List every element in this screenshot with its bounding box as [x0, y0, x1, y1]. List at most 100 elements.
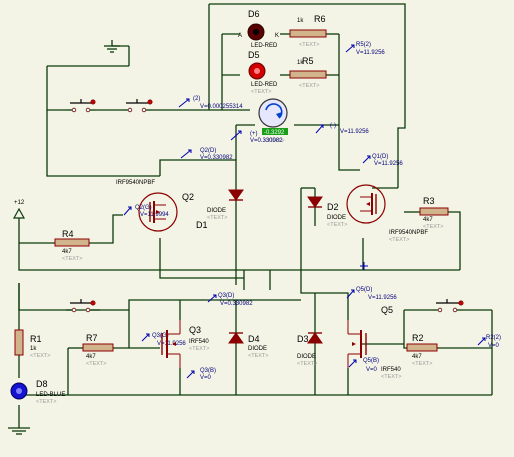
resistor-r5[interactable]: R5 1k <TEXT>: [289, 56, 327, 89]
probe-r5-2-value: V=11.9256: [356, 50, 385, 56]
probe-r5-2[interactable]: R5(2) V=11.9256: [345, 42, 385, 56]
led-d8[interactable]: D8 LED-BLUE <TEXT>: [10, 379, 65, 405]
r7-value: 4k7: [86, 354, 96, 360]
led-d5[interactable]: D5 LED-RED <TEXT>: [248, 50, 278, 95]
r4-text: <TEXT>: [62, 256, 82, 262]
r2-text: <TEXT>: [412, 361, 432, 367]
r3-text: <TEXT>: [423, 224, 443, 230]
power-label: +12: [14, 200, 25, 206]
d6-pin-k: K: [275, 33, 279, 39]
d3-text: <TEXT>: [297, 361, 317, 367]
q5-text: <TEXT>: [381, 374, 401, 380]
schematic-canvas[interactable]: D6 A K LED-RED D5 LED-RED <TEXT> R6 1k <…: [0, 0, 514, 457]
power-terminal[interactable]: +12: [12, 200, 26, 228]
d6-ref: D6: [248, 9, 260, 19]
resistor-r7[interactable]: R7 4k7 <TEXT>: [82, 333, 114, 367]
d5-ref: D5: [248, 50, 260, 60]
switch-right-bottom[interactable]: [432, 299, 464, 313]
r3-body: [419, 207, 449, 216]
probe-q1d-value: V=11.9256: [374, 161, 403, 167]
q1-type: IRF9540NPBF: [389, 230, 428, 236]
r2-ref: R2: [412, 333, 424, 343]
r2-value: 4k7: [412, 354, 422, 360]
r7-text: <TEXT>: [86, 361, 106, 367]
probe-arrow-icon: [348, 359, 357, 368]
switch-top-1[interactable]: [66, 99, 96, 113]
r6-value: 1k: [297, 18, 304, 24]
d6-pin-a: A: [238, 33, 242, 39]
q5-ref: Q5: [381, 305, 393, 315]
mosfet-q1[interactable]: IRF9540NPBF <TEXT>: [346, 184, 428, 243]
d4-ref: D4: [248, 334, 260, 344]
diode-icon: [228, 189, 244, 201]
probe-q5d-name: Q5(D): [356, 287, 372, 293]
d1-ref: D1: [196, 220, 208, 230]
r1-body: [14, 329, 24, 356]
switch-top-2[interactable]: [122, 99, 153, 113]
r4-body: [54, 238, 90, 247]
resistor-r6[interactable]: R6 1k <TEXT>: [289, 14, 327, 48]
probe-arrow-icon: [362, 155, 371, 164]
switch-button-icon: [90, 99, 96, 105]
led-d5-core: [254, 68, 260, 74]
probe-q2d[interactable]: Q2(D) V=0.330982: [180, 148, 233, 161]
diode-d4[interactable]: D4 DIODE <TEXT>: [228, 320, 268, 368]
d3-ref: D3: [297, 334, 309, 344]
resistor-r3[interactable]: R3 4k7 <TEXT>: [419, 196, 449, 230]
led-d6[interactable]: D6 A K LED-RED: [238, 9, 279, 49]
d5-text: <TEXT>: [251, 89, 271, 95]
r3-ref: R3: [423, 196, 435, 206]
motor-value: -0.3292: [264, 130, 285, 136]
r6-text: <TEXT>: [299, 42, 319, 48]
r6-body: [289, 29, 327, 38]
d8-text: <TEXT>: [36, 399, 56, 405]
probe-plus-value: V=0.330982: [250, 138, 283, 144]
mosfet-q2[interactable]: IRF9540NPBF Q2: [116, 180, 194, 232]
probe-r2-2-name: R2(2): [486, 335, 501, 341]
probe-q3g[interactable]: Q3(G) V=11.9256: [141, 333, 186, 347]
q3-ref: Q3: [189, 325, 201, 335]
d5-type: LED-RED: [251, 82, 278, 88]
probe-q5b-name: Q5(B): [363, 358, 379, 364]
cursor-crosshair-icon: [360, 262, 368, 270]
resistor-r1[interactable]: R1 1k <TEXT>: [14, 329, 50, 359]
switch-button-icon: [90, 300, 96, 306]
r5-value: 1k: [297, 60, 304, 66]
probe-q3b[interactable]: Q3(B) V=0: [186, 368, 216, 381]
probe-q5d[interactable]: Q5(D) V=11.9256: [346, 287, 397, 301]
led-d6-core: [253, 29, 259, 35]
mosfet-icon: [352, 342, 356, 346]
probe-q5b-value: V=0: [366, 367, 378, 373]
d1-type: DIODE: [207, 208, 226, 214]
r6-ref: R6: [314, 14, 326, 24]
r1-value: 1k: [30, 346, 37, 352]
resistor-r2[interactable]: R2 4k7 <TEXT>: [406, 333, 438, 367]
diode-d3[interactable]: D3 DIODE <TEXT>: [297, 320, 323, 368]
diode-d2[interactable]: D2 DIODE <TEXT>: [307, 188, 347, 228]
probe-arrow-icon: [477, 337, 486, 346]
probe-plus-name: (+): [250, 131, 258, 137]
q1-text: <TEXT>: [389, 237, 409, 243]
d3-type: DIODE: [297, 354, 316, 360]
probe-q2g[interactable]: Q2(G) V=11.9994: [123, 205, 169, 218]
r7-body: [82, 343, 114, 352]
probe-r2-2[interactable]: R2(2) V=0: [477, 335, 501, 349]
d2-text: <TEXT>: [327, 222, 347, 228]
probe-r2-2-value: V=0: [488, 343, 500, 349]
d2-ref: D2: [327, 202, 339, 212]
probe-p2-value: V=0.000255314: [200, 104, 243, 110]
probe-q2g-name: Q2(G): [135, 205, 152, 211]
r1-ref: R1: [30, 334, 42, 344]
probe-p2[interactable]: (2) V=0.000255314: [178, 96, 243, 110]
diode-icon: [307, 196, 323, 208]
probe-q3d-name: Q3(D): [218, 293, 234, 299]
probe-minus-value: V=11.9256: [340, 129, 369, 135]
probe-r5-2-name: R5(2): [356, 42, 371, 48]
r5-ref: R5: [302, 56, 314, 66]
resistor-r4[interactable]: R4 4k7 <TEXT>: [54, 229, 90, 262]
diode-icon: [228, 332, 244, 344]
d4-type: DIODE: [248, 346, 267, 352]
probe-arrow-icon: [123, 206, 132, 216]
probe-q3b-name: Q3(B): [200, 368, 216, 374]
probe-q5b[interactable]: Q5(B) V=0: [348, 358, 379, 373]
